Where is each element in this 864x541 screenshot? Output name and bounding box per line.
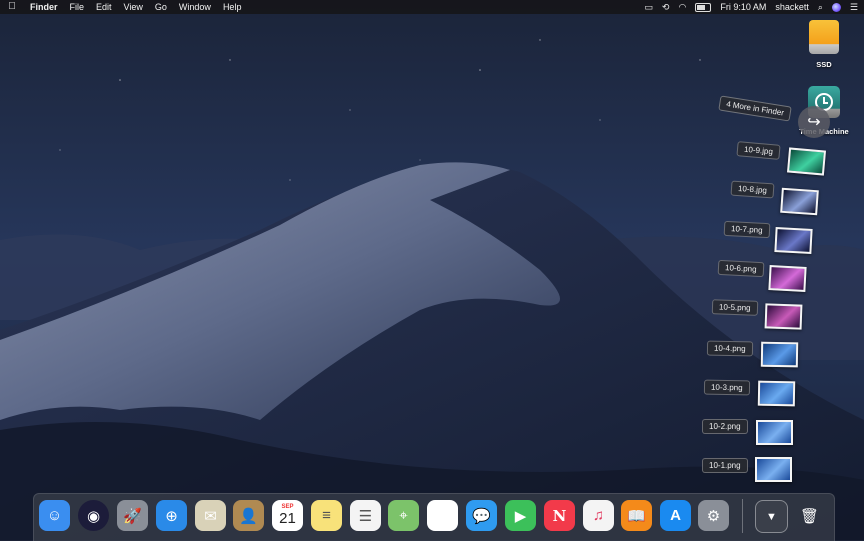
spotlight-search-icon[interactable]: ⌕ <box>818 0 823 14</box>
stack-file-label[interactable]: 10-1.png <box>702 458 748 473</box>
menu-finder[interactable]: Finder <box>24 0 64 14</box>
downloads-stack-icon[interactable]: ▼ <box>755 500 788 533</box>
stack-file-thumbnail[interactable] <box>757 380 796 407</box>
wifi-icon[interactable]: ◠ <box>678 0 686 14</box>
menu-go[interactable]: Go <box>149 0 173 14</box>
system-preferences-icon[interactable]: ⚙ <box>698 500 729 531</box>
battery-icon[interactable] <box>695 2 712 12</box>
siri-icon[interactable]: ◉ <box>78 500 109 531</box>
desktop-icon-ssd[interactable]: SSD <box>794 20 854 69</box>
stack-file-thumbnail[interactable] <box>774 227 813 254</box>
reminders-icon[interactable]: ☰ <box>350 500 381 531</box>
facetime-icon[interactable]: ▶ <box>505 500 536 531</box>
siri-menubar-icon[interactable] <box>831 2 841 12</box>
stack-file-thumbnail[interactable] <box>756 420 793 445</box>
menu-file[interactable]: File <box>64 0 91 14</box>
stack-file-thumbnail[interactable] <box>760 341 799 368</box>
menu-view[interactable]: View <box>118 0 149 14</box>
contacts-icon[interactable]: 👤 <box>233 500 264 531</box>
menu-window[interactable]: Window <box>173 0 217 14</box>
stack-file-label[interactable]: 10-3.png <box>703 379 750 396</box>
desktop-icon-label: SSD <box>816 60 832 69</box>
trash-icon[interactable]: 🗑 <box>794 500 825 531</box>
finder-icon[interactable]: ☺ <box>39 500 70 531</box>
app-store-icon[interactable]: A <box>660 500 691 531</box>
books-icon[interactable]: 📖 <box>621 500 652 531</box>
safari-icon[interactable]: ⊕ <box>156 500 187 531</box>
stack-file-label[interactable]: 10-5.png <box>711 299 758 316</box>
stack-file-thumbnail[interactable] <box>755 457 792 482</box>
dock-separator <box>742 499 743 533</box>
airplay-icon[interactable]: ▭ <box>644 0 653 14</box>
stack-file-label[interactable]: 10-8.jpg <box>730 180 775 199</box>
stack-file-thumbnail[interactable] <box>786 147 827 176</box>
stack-file-label[interactable]: 10-4.png <box>706 340 753 357</box>
apple-icon[interactable]:  <box>0 0 24 14</box>
news-icon[interactable]: N <box>544 500 575 531</box>
menubar-user[interactable]: shackett <box>775 0 809 14</box>
calendar-day: 21 <box>279 510 296 527</box>
notes-icon[interactable]: ≡ <box>311 500 342 531</box>
share-arrow-icon[interactable]: ↪ <box>798 106 830 138</box>
menu-edit[interactable]: Edit <box>90 0 118 14</box>
stack-file-thumbnail[interactable] <box>764 303 803 330</box>
stack-file-label[interactable]: 10-7.png <box>723 220 770 239</box>
calendar-icon[interactable]: SEP 21 <box>272 500 303 531</box>
messages-icon[interactable]: 💬 <box>466 500 497 531</box>
time-machine-icon[interactable]: ⟲ <box>662 0 670 14</box>
stack-file-thumbnail[interactable] <box>768 265 807 292</box>
notification-center-icon[interactable]: ☰ <box>850 0 858 14</box>
mail-icon[interactable]: ✉ <box>195 500 226 531</box>
menubar-clock[interactable]: Fri 9:10 AM <box>720 0 766 14</box>
external-drive-icon <box>809 20 839 54</box>
menu-help[interactable]: Help <box>217 0 248 14</box>
stack-file-label[interactable]: 10-2.png <box>702 419 748 434</box>
maps-icon[interactable]: ⌖ <box>388 500 419 531</box>
itunes-icon[interactable]: ♫ <box>583 500 614 531</box>
launchpad-icon[interactable]: 🚀 <box>117 500 148 531</box>
photos-icon[interactable]: ✿ <box>427 500 458 531</box>
stack-file-label[interactable]: 10-6.png <box>717 259 764 278</box>
menu-bar:  Finder File Edit View Go Window Help ▭… <box>0 0 864 14</box>
stack-file-thumbnail[interactable] <box>780 187 819 216</box>
